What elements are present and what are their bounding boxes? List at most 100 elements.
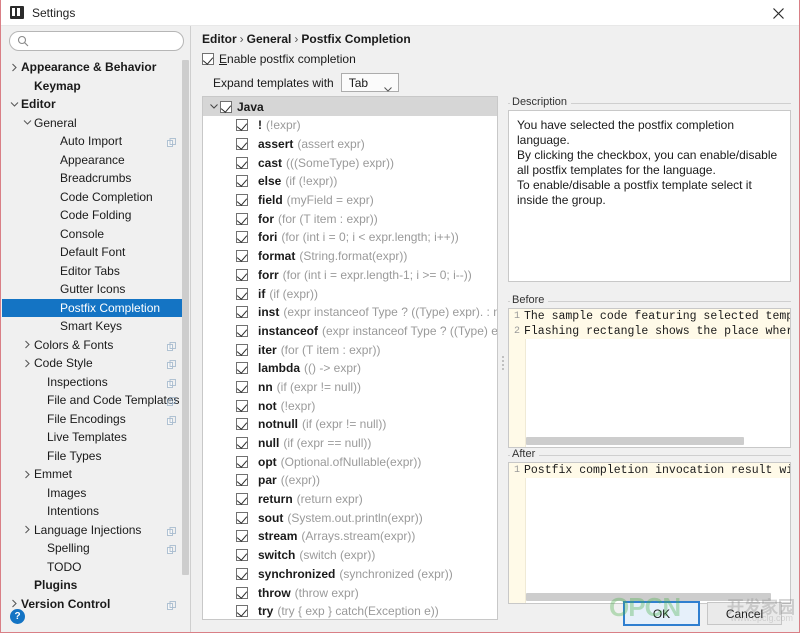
copy-settings-icon[interactable]	[167, 340, 176, 349]
template-group-checkbox[interactable]	[220, 101, 232, 113]
sidebar-item-spelling[interactable]: Spelling	[2, 539, 184, 558]
close-icon[interactable]	[756, 0, 800, 26]
template-checkbox[interactable]	[236, 381, 248, 393]
sidebar-item-images[interactable]: Images	[2, 484, 184, 503]
template-checkbox[interactable]	[236, 231, 248, 243]
copy-settings-icon[interactable]	[167, 543, 176, 552]
settings-tree[interactable]: Appearance & BehaviorKeymapEditorGeneral…	[2, 58, 184, 610]
template-checkbox[interactable]	[236, 549, 248, 561]
template-checkbox[interactable]	[236, 175, 248, 187]
template-checkbox[interactable]	[236, 306, 248, 318]
template-row[interactable]: fori(for (int i = 0; i < expr.length; i+…	[203, 228, 497, 247]
sidebar-item-language-injections[interactable]: Language Injections	[2, 521, 184, 540]
before-body[interactable]: 1The sample code featuring selected temp…	[508, 308, 791, 448]
template-row[interactable]: if(if (expr))	[203, 284, 497, 303]
copy-settings-icon[interactable]	[167, 599, 176, 608]
template-checkbox[interactable]	[236, 456, 248, 468]
template-row[interactable]: lambda(() -> expr)	[203, 359, 497, 378]
splitter-handle[interactable]	[500, 354, 505, 376]
enable-postfix-completion-checkbox[interactable]	[202, 53, 214, 65]
after-editor[interactable]: 1Postfix completion invocation result wi…	[509, 463, 790, 603]
enable-postfix-completion-row[interactable]: Enable postfix completion	[202, 52, 356, 66]
chevron-down-icon[interactable]	[21, 116, 34, 129]
postfix-template-list[interactable]: Java !(!expr)assert(assert expr)cast(((S…	[202, 96, 498, 620]
sidebar-item-file-encodings[interactable]: File Encodings	[2, 410, 184, 429]
search-input[interactable]	[9, 31, 184, 51]
before-editor[interactable]: 1The sample code featuring selected temp…	[509, 309, 790, 447]
template-checkbox[interactable]	[236, 119, 248, 131]
sidebar-item-version-control[interactable]: Version Control	[2, 595, 184, 611]
template-group-java[interactable]: Java	[203, 97, 497, 116]
sidebar-item-appearance-behavior[interactable]: Appearance & Behavior	[2, 58, 184, 77]
sidebar-item-appearance[interactable]: Appearance	[2, 151, 184, 170]
chevron-down-icon[interactable]	[207, 104, 220, 109]
chevron-right-icon[interactable]	[21, 338, 34, 351]
copy-settings-icon[interactable]	[167, 377, 176, 386]
sidebar-item-console[interactable]: Console	[2, 225, 184, 244]
template-row[interactable]: assert(assert expr)	[203, 135, 497, 154]
template-row[interactable]: cast(((SomeType) expr))	[203, 153, 497, 172]
template-row[interactable]: stream(Arrays.stream(expr))	[203, 527, 497, 546]
template-checkbox[interactable]	[236, 344, 248, 356]
template-checkbox[interactable]	[236, 530, 248, 542]
template-row[interactable]: nn(if (expr != null))	[203, 378, 497, 397]
template-row[interactable]: notnull(if (expr != null))	[203, 415, 497, 434]
template-row[interactable]: for(for (T item : expr))	[203, 209, 497, 228]
sidebar-item-colors-fonts[interactable]: Colors & Fonts	[2, 336, 184, 355]
sidebar-item-emmet[interactable]: Emmet	[2, 465, 184, 484]
chevron-down-icon[interactable]	[8, 98, 21, 111]
template-checkbox[interactable]	[236, 157, 248, 169]
chevron-right-icon[interactable]	[21, 468, 34, 481]
copy-settings-icon[interactable]	[167, 525, 176, 534]
search-box[interactable]	[9, 31, 184, 51]
template-checkbox[interactable]	[236, 418, 248, 430]
chevron-right-icon[interactable]	[21, 523, 34, 536]
template-checkbox[interactable]	[236, 288, 248, 300]
copy-settings-icon[interactable]	[167, 414, 176, 423]
chevron-right-icon[interactable]	[21, 357, 34, 370]
sidebar-item-file-types[interactable]: File Types	[2, 447, 184, 466]
sidebar-item-code-folding[interactable]: Code Folding	[2, 206, 184, 225]
template-row[interactable]: return(return expr)	[203, 490, 497, 509]
chevron-right-icon[interactable]	[8, 597, 21, 610]
chevron-right-icon[interactable]	[8, 61, 21, 74]
sidebar-item-code-completion[interactable]: Code Completion	[2, 188, 184, 207]
sidebar-item-editor-tabs[interactable]: Editor Tabs	[2, 262, 184, 281]
sidebar-item-postfix-completion[interactable]: Postfix Completion	[2, 299, 184, 318]
breadcrumb-item[interactable]: General	[247, 32, 292, 46]
template-checkbox[interactable]	[236, 269, 248, 281]
after-body[interactable]: 1Postfix completion invocation result wi…	[508, 462, 791, 604]
template-row[interactable]: forr(for (int i = expr.length-1; i >= 0;…	[203, 266, 497, 285]
sidebar-item-auto-import[interactable]: Auto Import	[2, 132, 184, 151]
template-row[interactable]: else(if (!expr))	[203, 172, 497, 191]
sidebar-item-plugins[interactable]: Plugins	[2, 576, 184, 595]
copy-settings-icon[interactable]	[167, 136, 176, 145]
template-checkbox[interactable]	[236, 362, 248, 374]
template-checkbox[interactable]	[236, 325, 248, 337]
help-icon[interactable]: ?	[10, 609, 25, 624]
expand-templates-select[interactable]: Tab	[341, 73, 399, 92]
breadcrumb-item[interactable]: Postfix Completion	[301, 32, 410, 46]
template-checkbox[interactable]	[236, 437, 248, 449]
sidebar-item-live-templates[interactable]: Live Templates	[2, 428, 184, 447]
sidebar-item-editor[interactable]: Editor	[2, 95, 184, 114]
ok-button[interactable]: OK	[624, 602, 699, 625]
sidebar-item-file-and-code-templates[interactable]: File and Code Templates	[2, 391, 184, 410]
template-row[interactable]: format(String.format(expr))	[203, 247, 497, 266]
sidebar-item-todo[interactable]: TODO	[2, 558, 184, 577]
template-checkbox[interactable]	[236, 194, 248, 206]
template-row[interactable]: not(!expr)	[203, 396, 497, 415]
sidebar-item-general[interactable]: General	[2, 114, 184, 133]
template-row[interactable]: field(myField = expr)	[203, 191, 497, 210]
template-row[interactable]: inst(expr instanceof Type ? ((Type) expr…	[203, 303, 497, 322]
template-checkbox[interactable]	[236, 213, 248, 225]
copy-settings-icon[interactable]	[167, 358, 176, 367]
sidebar-item-intentions[interactable]: Intentions	[2, 502, 184, 521]
sidebar-scrollbar-thumb[interactable]	[182, 60, 189, 575]
sidebar-item-keymap[interactable]: Keymap	[2, 77, 184, 96]
template-row[interactable]: switch(switch (expr))	[203, 546, 497, 565]
sidebar-item-inspections[interactable]: Inspections	[2, 373, 184, 392]
sidebar-item-code-style[interactable]: Code Style	[2, 354, 184, 373]
cancel-button[interactable]: Cancel	[707, 602, 782, 625]
template-checkbox[interactable]	[236, 474, 248, 486]
